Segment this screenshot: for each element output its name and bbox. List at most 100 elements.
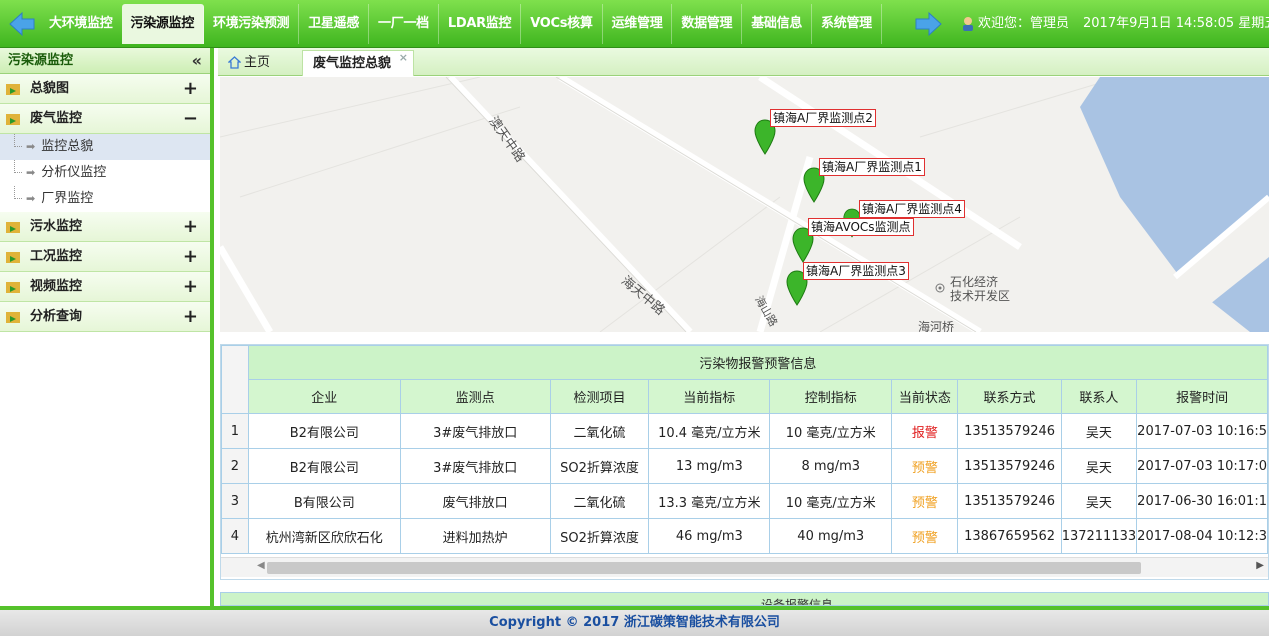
nav-item[interactable]: 卫星遥感 (299, 4, 370, 44)
cell-point: 进料加热炉 (399, 518, 551, 554)
sidebar-title-text: 污染源监控 (8, 53, 74, 68)
column-header[interactable]: 当前指标 (648, 379, 771, 414)
column-header[interactable]: 企业 (247, 379, 401, 414)
cell-phone: 13513579246 (957, 448, 1062, 484)
cell-contact: 吴天 (1060, 413, 1138, 449)
cell-phone: 13513579246 (957, 413, 1062, 449)
nav-item[interactable]: 基础信息 (742, 4, 813, 44)
sidebar-group-label: 视频监控 (30, 279, 83, 294)
collapse-icon[interactable]: − (183, 104, 198, 134)
cell-status: 预警 (891, 448, 959, 484)
cell-point: 废气排放口 (399, 483, 551, 519)
tab-home[interactable]: 主页 (228, 50, 270, 76)
forward-arrow-icon[interactable] (913, 10, 943, 38)
cell-phone: 13867659562 (957, 518, 1062, 554)
sidebar-group-label: 污水监控 (30, 219, 83, 234)
column-header[interactable]: 监测点 (399, 379, 551, 414)
scroll-right-icon[interactable]: ▶ (1256, 560, 1264, 571)
tab-active-label: 废气监控总貌 (313, 56, 392, 71)
marker-label[interactable]: 镇海A厂界监测点2 (770, 109, 876, 127)
folder-icon (6, 222, 20, 233)
greeting: 欢迎您：管理员 (978, 16, 1070, 31)
tab-home-label: 主页 (244, 55, 271, 70)
cell-time: 2017-06-30 16:01:1 (1136, 483, 1268, 519)
sidebar-group-wastewater[interactable]: 污水监控 + (0, 212, 210, 242)
scrollbar-thumb[interactable] (267, 562, 1141, 574)
column-header[interactable]: 报警时间 (1136, 379, 1268, 414)
row-number: 1 (221, 413, 249, 449)
marker-label[interactable]: 镇海A厂界监测点3 (803, 262, 909, 280)
cell-item: SO2折算浓度 (549, 518, 650, 554)
arrow-right-icon: ➡ (26, 192, 36, 205)
cell-contact: 吴天 (1060, 483, 1138, 519)
sidebar-item-boundary[interactable]: ➡ 厂界监控 (0, 186, 210, 212)
cell-company: 杭州湾新区欣欣石化 (247, 518, 401, 554)
cell-status: 预警 (891, 518, 959, 554)
collapse-sidebar-icon[interactable]: « (192, 48, 202, 74)
cell-contact: 137211133 (1060, 518, 1138, 554)
nav-item[interactable]: 环境污染预测 (204, 4, 300, 44)
sidebar-group-label: 总貌图 (30, 81, 70, 96)
table-row[interactable]: 3 B有限公司 废气排放口 二氧化硫 13.3 毫克/立方米 10 毫克/立方米… (221, 483, 1268, 519)
main-nav: 大环境监控 污染源监控 环境污染预测 卫星遥感 一厂一档 LDAR监控 VOCs… (40, 4, 882, 48)
horizontal-scrollbar[interactable]: ◀ ▶ (221, 557, 1268, 577)
column-header[interactable]: 联系人 (1060, 379, 1138, 414)
table-row[interactable]: 2 B2有限公司 3#废气排放口 SO2折算浓度 13 mg/m3 8 mg/m… (221, 448, 1268, 484)
nav-item[interactable]: 一厂一档 (369, 4, 439, 44)
marker-label[interactable]: 镇海AVOCs监测点 (808, 218, 914, 236)
device-alarm-panel: 设备报警信息 (220, 592, 1269, 606)
nav-item[interactable]: LDAR监控 (439, 4, 522, 44)
alarm-table: 污染物报警预警信息 企业 监测点 检测项目 当前指标 控制指标 当前状态 联系方… (221, 345, 1268, 554)
tree-line (14, 134, 22, 147)
marker-label[interactable]: 镇海A厂界监测点4 (859, 200, 965, 218)
sidebar-item-overview[interactable]: ➡ 监控总貌 (0, 134, 210, 160)
sidebar-group-label: 分析查询 (30, 309, 83, 324)
expand-icon[interactable]: + (183, 212, 198, 242)
column-header[interactable]: 联系方式 (957, 379, 1062, 414)
cell-point: 3#废气排放口 (399, 448, 551, 484)
expand-icon[interactable]: + (183, 74, 198, 104)
cell-contact: 吴天 (1060, 448, 1138, 484)
nav-item[interactable]: VOCs核算 (521, 4, 603, 44)
close-icon[interactable]: × (399, 45, 408, 71)
nav-item[interactable]: 数据管理 (672, 4, 743, 44)
sidebar-group-video[interactable]: 视频监控 + (0, 272, 210, 302)
tab-bar: 主页 废气监控总貌 × (218, 48, 1269, 76)
column-header[interactable]: 检测项目 (549, 379, 650, 414)
column-header[interactable]: 控制指标 (769, 379, 893, 414)
back-arrow-icon[interactable] (8, 10, 36, 38)
cell-current: 13.3 毫克/立方米 (648, 483, 771, 519)
sidebar-group-conditions[interactable]: 工况监控 + (0, 242, 210, 272)
sidebar-group-analysis[interactable]: 分析查询 + (0, 302, 210, 332)
table-row[interactable]: 1 B2有限公司 3#废气排放口 二氧化硫 10.4 毫克/立方米 10 毫克/… (221, 413, 1268, 449)
folder-icon (6, 252, 20, 263)
cell-current: 10.4 毫克/立方米 (648, 413, 771, 449)
nav-item[interactable]: 大环境监控 (40, 4, 122, 44)
nav-item-active[interactable]: 污染源监控 (121, 4, 205, 44)
nav-item[interactable]: 运维管理 (603, 4, 673, 44)
nav-item[interactable]: 系统管理 (812, 4, 882, 44)
cell-limit: 8 mg/m3 (769, 448, 893, 484)
expand-icon[interactable]: + (183, 302, 198, 332)
marker-label[interactable]: 镇海A厂界监测点1 (819, 158, 925, 176)
top-nav-bar: 大环境监控 污染源监控 环境污染预测 卫星遥感 一厂一档 LDAR监控 VOCs… (0, 0, 1269, 48)
column-header[interactable]: 当前状态 (891, 379, 959, 414)
sidebar-group-exhaust[interactable]: 废气监控 − (0, 104, 210, 134)
arrow-right-icon: ➡ (26, 140, 36, 153)
cell-time: 2017-08-04 10:12:3 (1136, 518, 1268, 554)
folder-icon (6, 312, 20, 323)
tab-exhaust-overview[interactable]: 废气监控总貌 × (302, 50, 414, 76)
expand-icon[interactable]: + (183, 242, 198, 272)
sidebar-item-analyzer[interactable]: ➡ 分析仪监控 (0, 160, 210, 186)
cell-status: 报警 (891, 413, 959, 449)
map-background (220, 77, 1269, 332)
scroll-left-icon[interactable]: ◀ (257, 560, 265, 571)
alarm-table-panel: 污染物报警预警信息 企业 监测点 检测项目 当前指标 控制指标 当前状态 联系方… (220, 344, 1269, 580)
expand-icon[interactable]: + (183, 272, 198, 302)
user-icon (963, 17, 973, 31)
map-view[interactable]: 澳天中路 海天中路 海山路 石化经济 技术开发区 海河桥 镇海A厂界监测点2 镇… (220, 77, 1269, 332)
bridge-label: 海河桥 (918, 320, 955, 332)
cell-company: B2有限公司 (247, 448, 401, 484)
sidebar-group-overview[interactable]: 总貌图 + (0, 74, 210, 104)
table-row[interactable]: 4 杭州湾新区欣欣石化 进料加热炉 SO2折算浓度 46 mg/m3 40 mg… (221, 518, 1268, 554)
